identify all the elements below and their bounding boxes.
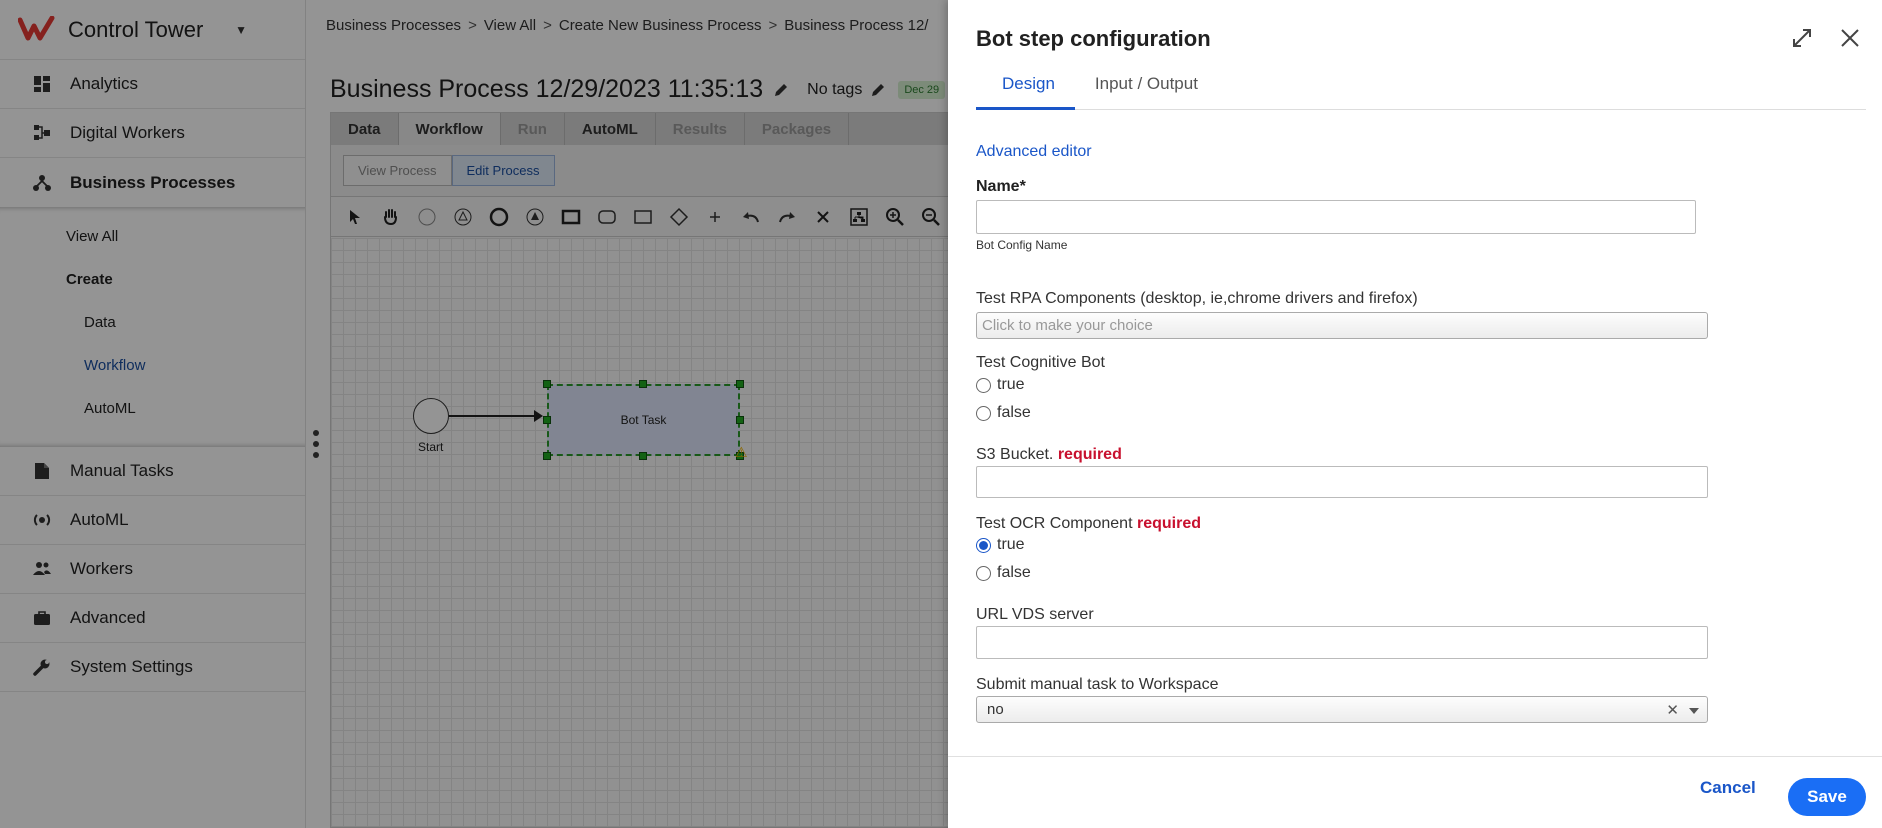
advanced-editor-link[interactable]: Advanced editor <box>976 143 1092 161</box>
radio-label: true <box>997 376 1025 393</box>
name-help-text: Bot Config Name <box>976 238 1068 252</box>
bot-step-config-dialog: Bot step configuration Design Input / Ou… <box>948 0 1882 828</box>
ocr-component-label-text: Test OCR Component <box>976 515 1133 532</box>
ocr-false-radio[interactable]: false <box>976 564 1031 582</box>
radio-button[interactable] <box>976 377 991 393</box>
ocr-component-label: Test OCR Component required <box>976 515 1201 533</box>
vds-server-input[interactable] <box>976 626 1708 659</box>
workspace-select[interactable]: no ✕ <box>976 696 1708 723</box>
clear-icon[interactable]: ✕ <box>1666 701 1679 719</box>
rpa-components-multiselect[interactable]: Click to make your choice <box>976 312 1708 339</box>
workspace-label: Submit manual task to Workspace <box>976 676 1219 693</box>
dialog-tabs: Design Input / Output <box>976 74 1866 110</box>
required-marker: required <box>1057 446 1122 463</box>
radio-label: false <box>997 404 1031 421</box>
rpa-placeholder: Click to make your choice <box>982 317 1153 334</box>
close-icon[interactable] <box>1838 26 1862 50</box>
ocr-true-radio[interactable]: true <box>976 536 1025 554</box>
required-marker: required <box>1136 515 1201 532</box>
more-vertical-icon[interactable] <box>312 430 320 458</box>
cognitive-false-radio[interactable]: false <box>976 404 1031 422</box>
cognitive-bot-label: Test Cognitive Bot <box>976 354 1105 371</box>
radio-label: true <box>997 536 1025 553</box>
dialog-title: Bot step configuration <box>976 26 1211 51</box>
s3-bucket-label: S3 Bucket. required <box>976 446 1122 464</box>
save-button[interactable]: Save <box>1788 778 1866 816</box>
s3-bucket-label-text: S3 Bucket. <box>976 446 1054 463</box>
radio-label: false <box>997 564 1031 581</box>
s3-bucket-input[interactable] <box>976 466 1708 498</box>
radio-button[interactable] <box>976 405 991 421</box>
dropdown-arrow-icon[interactable] <box>1689 708 1699 714</box>
expand-icon[interactable] <box>1790 26 1814 50</box>
modal-backdrop[interactable] <box>0 0 948 828</box>
tab-design[interactable]: Design <box>976 74 1075 110</box>
cognitive-true-radio[interactable]: true <box>976 376 1025 394</box>
cancel-button[interactable]: Cancel <box>1700 778 1756 798</box>
workspace-selected-value: no <box>987 701 1004 718</box>
radio-button-checked[interactable] <box>976 537 991 553</box>
name-label: Name* <box>976 178 1026 195</box>
vds-server-label: URL VDS server <box>976 606 1094 623</box>
dialog-footer: Cancel Save <box>948 756 1882 828</box>
rpa-components-label: Test RPA Components (desktop, ie,chrome … <box>976 290 1418 307</box>
name-input[interactable] <box>976 200 1696 234</box>
radio-button[interactable] <box>976 565 991 581</box>
tab-input-output[interactable]: Input / Output <box>1075 74 1218 110</box>
